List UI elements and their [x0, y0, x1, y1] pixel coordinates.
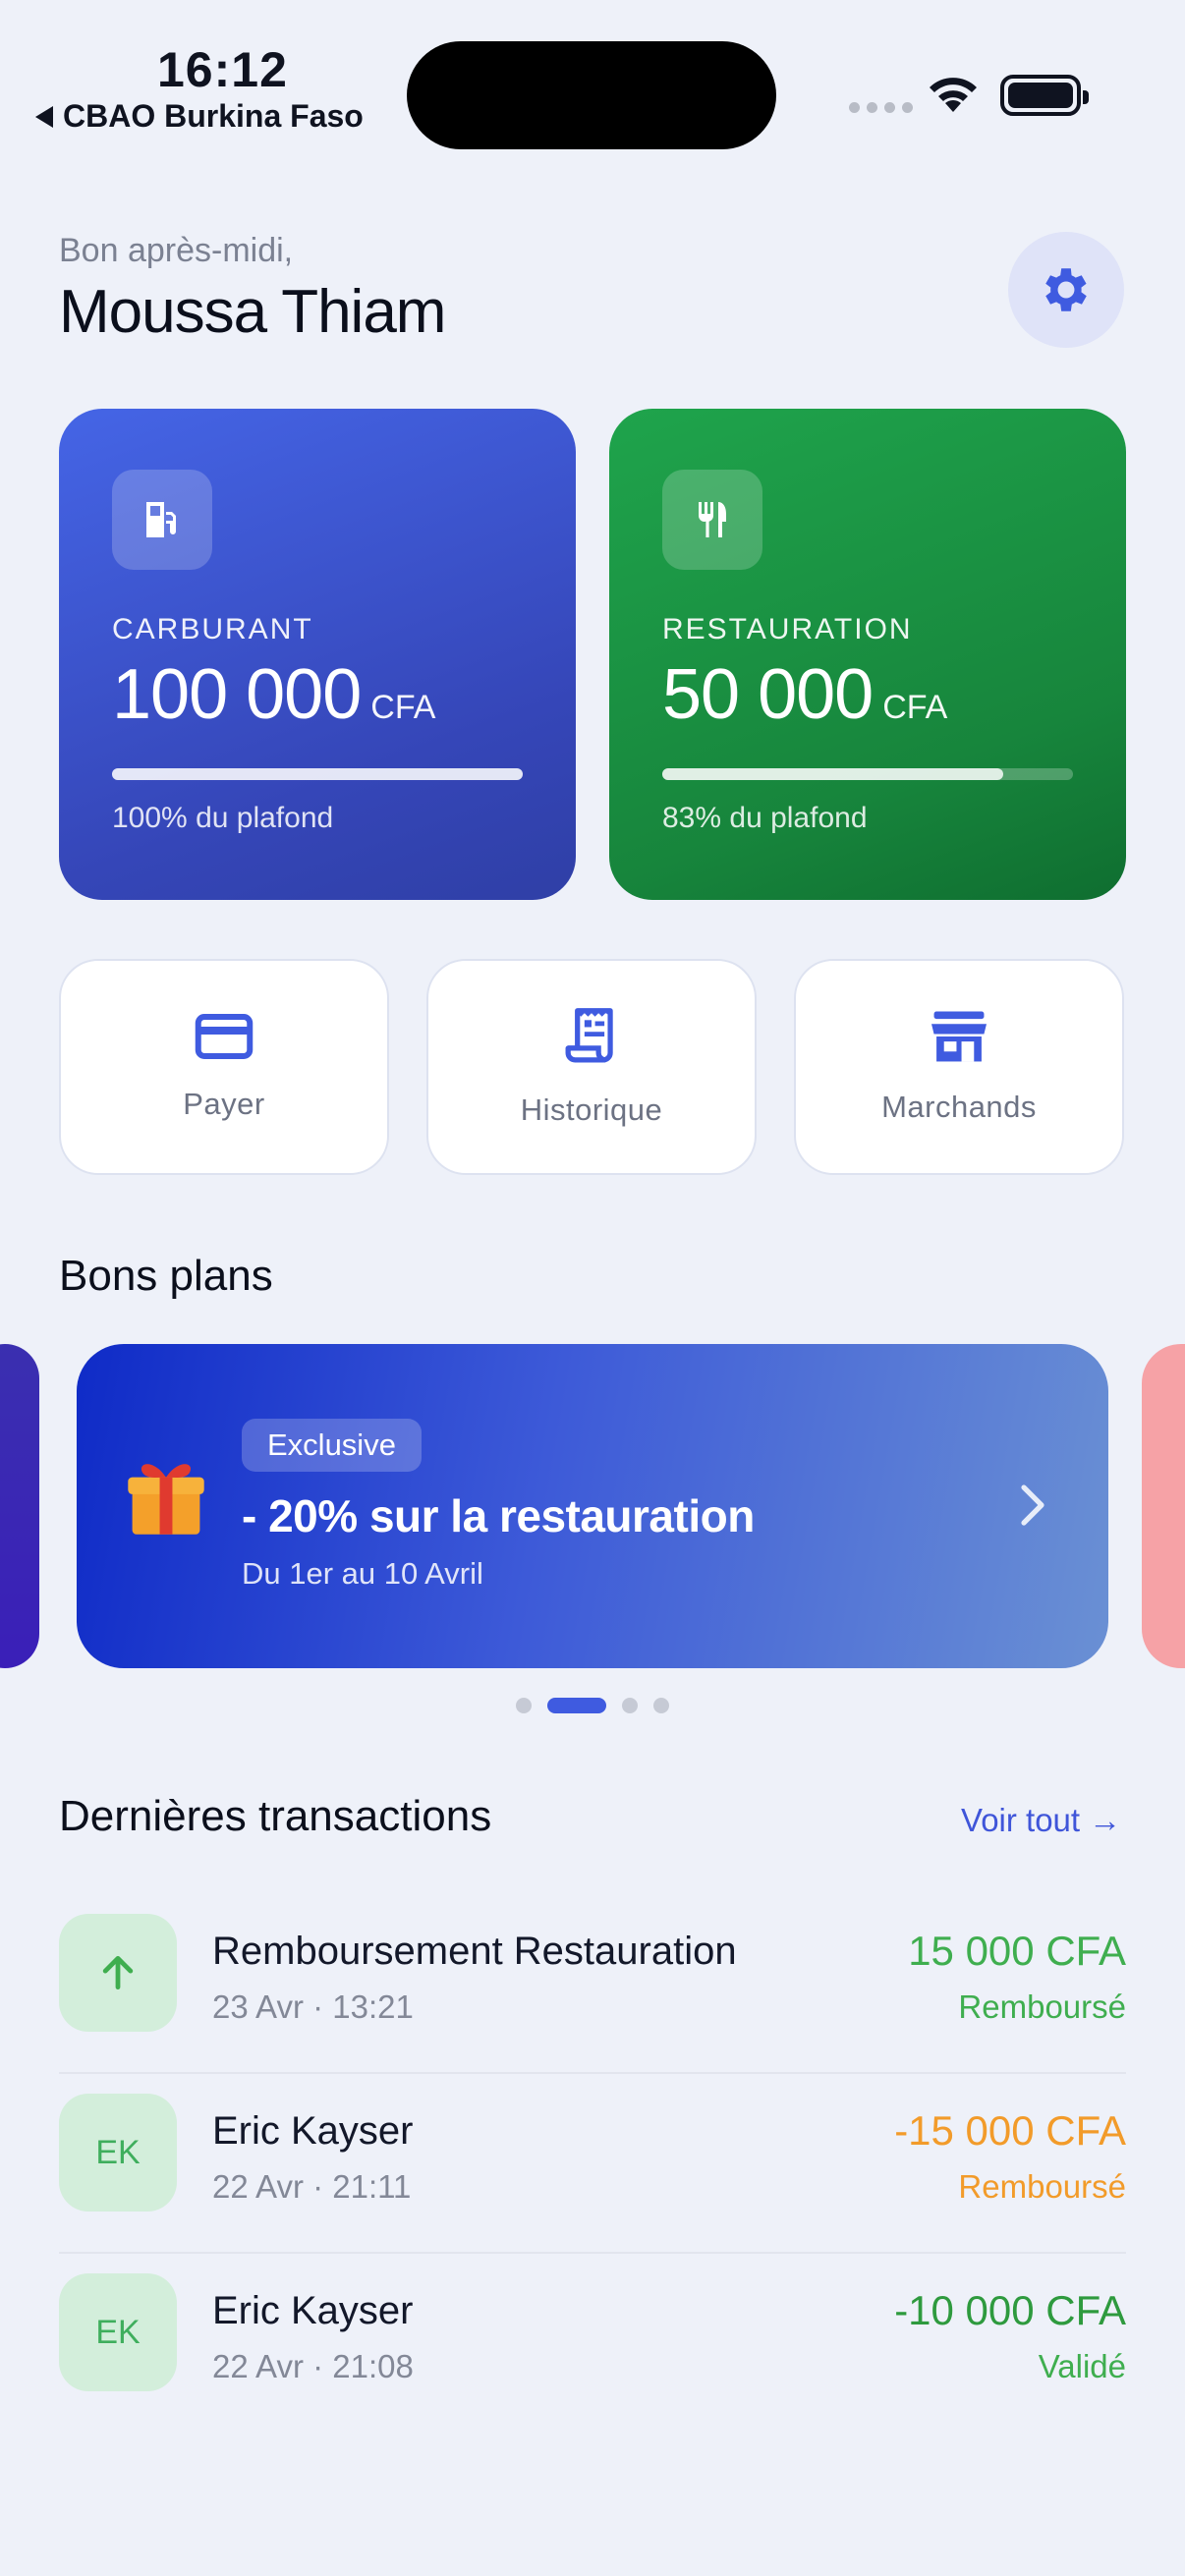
dynamic-island — [407, 41, 776, 149]
transaction-status: Remboursé — [958, 1988, 1126, 2025]
transaction-status: Remboursé — [958, 2168, 1126, 2205]
arrow-up-icon — [102, 1955, 134, 1990]
chevron-right-icon — [1021, 1484, 1044, 1526]
transaction-name: Eric Kayser — [212, 2109, 414, 2153]
wallet-amount: 50 000 CFA — [662, 654, 947, 735]
wifi-icon — [930, 78, 977, 112]
wallet-card-carburant[interactable]: CARBURANT 100 000 CFA 100% du plafond — [59, 409, 576, 900]
carousel-pagination[interactable] — [0, 1698, 1185, 1713]
transaction-avatar: EK — [59, 2273, 177, 2391]
back-to-app-link[interactable]: CBAO Burkina Faso — [35, 98, 364, 135]
pay-label: Payer — [183, 1087, 265, 1121]
wallet-card-restauration[interactable]: RESTAURATION 50 000 CFA 83% du plafond — [609, 409, 1126, 900]
history-button[interactable]: Historique — [426, 959, 757, 1175]
transaction-row[interactable]: EK Eric Kayser 22 Avr · 21:08 -10 000 CF… — [59, 2254, 1126, 2434]
transaction-amount: 15 000 CFA — [908, 1928, 1126, 1974]
pay-button[interactable]: Payer — [59, 959, 389, 1175]
pagination-dot[interactable] — [516, 1698, 532, 1713]
wallet-currency: CFA — [370, 689, 436, 726]
transaction-date: 22 Avr · 21:11 — [212, 2168, 412, 2205]
deal-card[interactable]: Exclusive - 20% sur la restauration Du 1… — [77, 1344, 1108, 1668]
transaction-status: Validé — [1038, 2348, 1126, 2384]
back-triangle-icon — [35, 105, 53, 128]
wallet-progress-fill — [112, 768, 523, 780]
pagination-dot[interactable] — [622, 1698, 638, 1713]
credit-card-icon — [195, 1014, 254, 1059]
status-time: 16:12 — [157, 42, 288, 97]
fork-knife-icon — [662, 470, 762, 570]
deal-title: - 20% sur la restauration — [242, 1490, 755, 1541]
receipt-icon — [565, 1008, 613, 1063]
pagination-dot[interactable] — [653, 1698, 669, 1713]
wallet-progress-fill — [662, 768, 1003, 780]
transactions-section-title: Dernières transactions — [59, 1792, 492, 1840]
wallet-amount: 100 000 CFA — [112, 654, 435, 735]
battery-icon — [1000, 75, 1089, 116]
deal-subtitle: Du 1er au 10 Avril — [242, 1556, 483, 1591]
merchants-label: Marchands — [881, 1090, 1037, 1124]
deal-card-next[interactable] — [1142, 1344, 1185, 1668]
transaction-row[interactable]: EK Eric Kayser 22 Avr · 21:11 -15 000 CF… — [59, 2074, 1126, 2254]
gift-icon — [128, 1464, 204, 1535]
wallet-progress-bar — [112, 768, 523, 780]
storefront-icon — [931, 1011, 987, 1062]
merchants-button[interactable]: Marchands — [794, 959, 1124, 1175]
deals-section-title: Bons plans — [59, 1252, 273, 1300]
transaction-date: 23 Avr · 13:21 — [212, 1988, 414, 2025]
wallet-currency: CFA — [882, 689, 948, 726]
see-all-link[interactable]: Voir tout → — [961, 1802, 1121, 1839]
back-app-label: CBAO Burkina Faso — [63, 98, 364, 134]
transaction-date: 22 Avr · 21:08 — [212, 2348, 414, 2384]
gear-icon — [1045, 268, 1087, 311]
transaction-name: Eric Kayser — [212, 2289, 414, 2332]
transaction-amount: -10 000 CFA — [894, 2287, 1126, 2333]
wallet-label: CARBURANT — [112, 613, 313, 645]
wallet-progress-bar — [662, 768, 1073, 780]
fuel-pump-icon — [112, 470, 212, 570]
wallet-label: RESTAURATION — [662, 613, 913, 645]
greeting-text: Bon après-midi, — [59, 232, 294, 269]
wallet-amount-value: 100 000 — [112, 655, 362, 734]
user-name: Moussa Thiam — [59, 278, 446, 346]
wallet-progress-text: 100% du plafond — [112, 802, 334, 834]
wallet-amount-value: 50 000 — [662, 655, 874, 734]
pagination-dot[interactable] — [547, 1698, 606, 1713]
transaction-row[interactable]: Remboursement Restauration 23 Avr · 13:2… — [59, 1894, 1126, 2074]
settings-button[interactable] — [1008, 232, 1124, 348]
deal-card-previous[interactable] — [0, 1344, 39, 1668]
wallet-progress-text: 83% du plafond — [662, 802, 868, 834]
transaction-avatar — [59, 1914, 177, 2032]
transaction-name: Remboursement Restauration — [212, 1930, 737, 1973]
status-bar: 16:12 CBAO Burkina Faso — [0, 0, 1185, 149]
deal-badge: Exclusive — [242, 1419, 422, 1472]
history-label: Historique — [520, 1092, 663, 1127]
cellular-signal-icon — [849, 102, 913, 113]
transaction-amount: -15 000 CFA — [894, 2107, 1126, 2154]
transaction-avatar: EK — [59, 2094, 177, 2212]
